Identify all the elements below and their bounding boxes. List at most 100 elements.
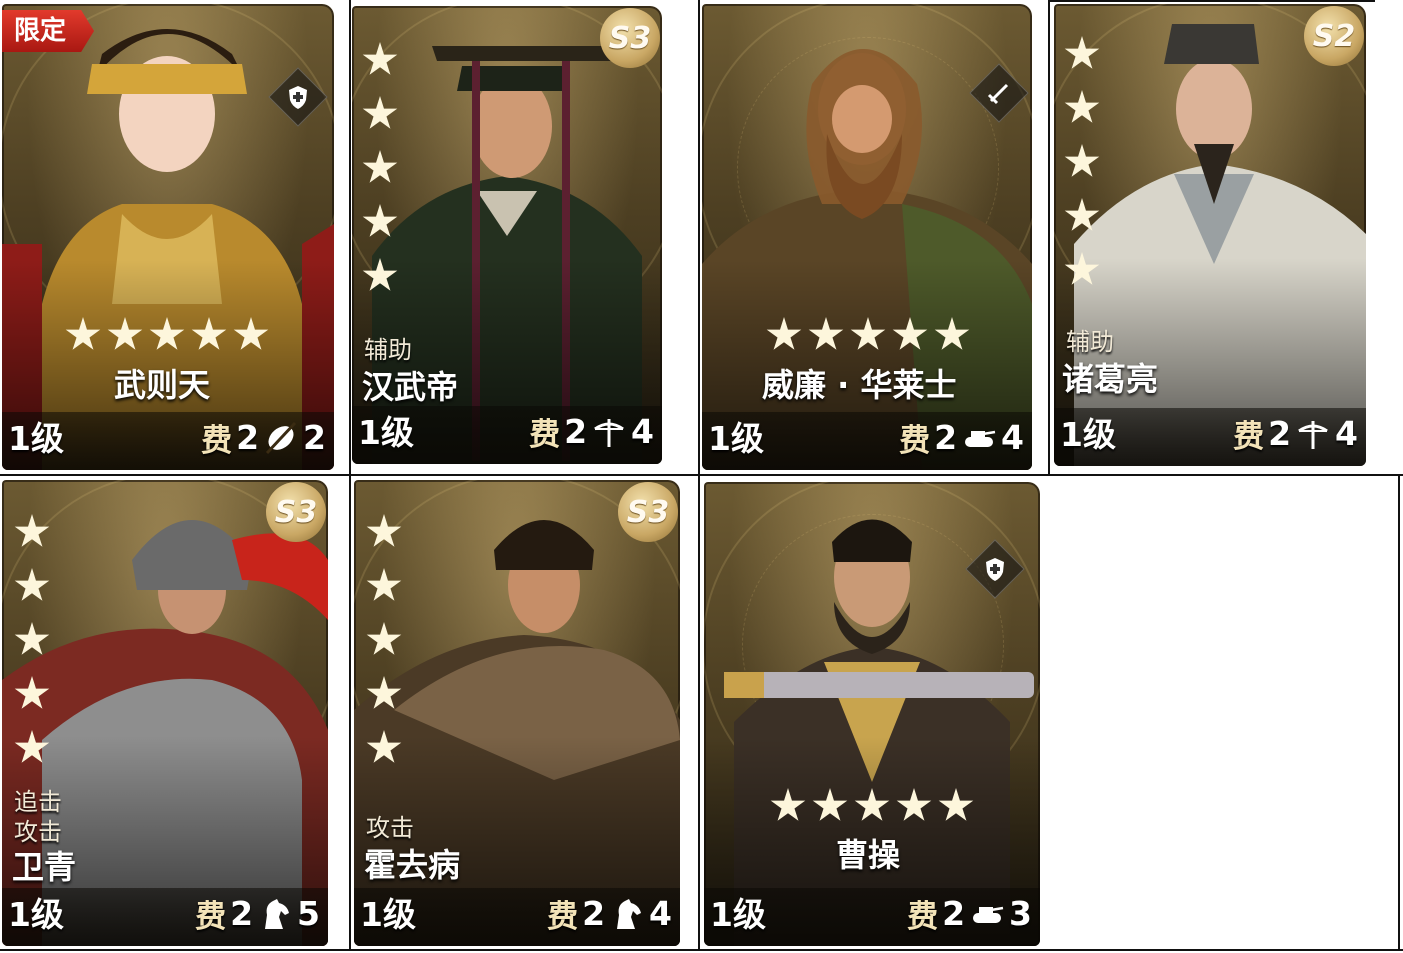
unit-count: 4 xyxy=(649,894,672,933)
hero-name: 霍去病 xyxy=(364,846,461,884)
cost-group: 费 2 5 xyxy=(195,891,320,936)
hero-level: 1级 xyxy=(360,895,416,934)
cost-label: 费 xyxy=(195,899,227,935)
star-icon xyxy=(850,317,886,350)
star-icon xyxy=(1064,36,1100,69)
star-icon xyxy=(892,317,928,350)
star-icon xyxy=(1064,252,1100,285)
hero-card[interactable]: S3 攻击 霍去病 1级 费 2 4 xyxy=(354,480,680,946)
hero-level: 1级 xyxy=(1060,415,1116,454)
hero-card[interactable]: S3 辅助 汉武帝 1级 费 2 4 xyxy=(352,6,662,464)
hero-level: 1级 xyxy=(8,895,64,934)
star-icon xyxy=(362,150,398,183)
hero-role: 辅助 xyxy=(364,336,412,364)
star-icon xyxy=(362,204,398,237)
crossbow-icon xyxy=(1298,420,1328,449)
hero-name: 曹操 xyxy=(836,836,901,874)
star-icon xyxy=(1064,144,1100,177)
hero-name: 卫青 xyxy=(12,848,77,886)
star-icon xyxy=(362,96,398,129)
hero-card[interactable]: 曹操 1级 费 2 3 xyxy=(704,482,1040,946)
horse-icon xyxy=(265,898,290,929)
cost-group: 费 2 4 xyxy=(547,891,672,936)
shield-icon xyxy=(289,86,307,109)
star-icon xyxy=(854,788,890,821)
hero-level: 1级 xyxy=(358,413,414,452)
star-icon xyxy=(14,676,50,709)
star-icon xyxy=(770,788,806,821)
star-rating xyxy=(770,788,974,824)
hero-level: 1级 xyxy=(708,419,764,458)
star-icon xyxy=(812,788,848,821)
star-icon xyxy=(366,568,402,601)
grid-line-v2 xyxy=(698,0,700,951)
cost-label: 费 xyxy=(1233,419,1265,455)
cost-value: 2 xyxy=(582,894,606,933)
star-icon xyxy=(934,317,970,350)
star-icon xyxy=(366,676,402,709)
season-badge: S3 xyxy=(600,8,660,68)
grid-line-bottom xyxy=(0,949,1403,951)
grid-line-mid xyxy=(0,474,1403,476)
star-icon xyxy=(107,317,143,350)
star-icon xyxy=(808,317,844,350)
limited-badge: 限定 xyxy=(2,10,95,52)
cost-group: 费 2 4 xyxy=(1233,411,1358,456)
star-rating xyxy=(362,42,398,294)
hero-card[interactable]: 限定 武则天 1级 费 2 2 xyxy=(2,4,334,470)
cost-group: 费 2 4 xyxy=(899,415,1024,460)
cost-value: 2 xyxy=(934,418,958,457)
hero-card[interactable]: S2 辅助 诸葛亮 1级 费 2 4 xyxy=(1054,4,1366,466)
unit-count: 2 xyxy=(303,418,326,457)
sword-icon xyxy=(987,83,1009,105)
cost-group: 费 2 2 xyxy=(201,415,326,460)
star-icon xyxy=(766,317,802,350)
star-icon xyxy=(362,258,398,291)
star-icon xyxy=(366,514,402,547)
star-rating xyxy=(14,514,50,766)
cost-label: 费 xyxy=(201,423,233,459)
star-rating xyxy=(65,317,269,353)
unit-count: 5 xyxy=(297,894,320,933)
hero-card[interactable]: 威廉 · 华莱士 1级 费 2 4 xyxy=(702,4,1032,470)
tank-icon xyxy=(973,906,1004,923)
hero-level: 1级 xyxy=(710,895,766,934)
unit-count: 4 xyxy=(631,412,654,451)
cost-label: 费 xyxy=(907,899,939,935)
star-icon xyxy=(233,317,269,350)
cost-label: 费 xyxy=(547,899,579,935)
star-icon xyxy=(14,622,50,655)
hero-card[interactable]: S3 追击 攻击 卫青 1级 费 2 5 xyxy=(2,480,328,946)
hero-name: 汉武帝 xyxy=(362,368,459,406)
shield-icon xyxy=(986,558,1004,581)
star-icon xyxy=(362,42,398,75)
unit-count: 4 xyxy=(1335,414,1358,453)
tank-icon xyxy=(965,430,996,447)
season-badge: S3 xyxy=(618,482,678,542)
crossed-feather-icon xyxy=(265,421,297,454)
star-icon xyxy=(366,622,402,655)
season-badge: S3 xyxy=(266,482,326,542)
cost-group: 费 2 4 xyxy=(529,409,654,454)
star-icon xyxy=(938,788,974,821)
star-icon xyxy=(14,568,50,601)
cost-group: 费 2 3 xyxy=(907,891,1032,936)
unit-count: 4 xyxy=(1001,418,1024,457)
star-icon xyxy=(1064,198,1100,231)
cost-value: 2 xyxy=(942,894,966,933)
unit-count: 3 xyxy=(1009,894,1032,933)
star-icon xyxy=(14,514,50,547)
cost-value: 2 xyxy=(564,412,588,451)
crossbow-icon xyxy=(594,418,624,447)
cost-value: 2 xyxy=(230,894,254,933)
star-rating xyxy=(766,317,970,353)
cost-label: 费 xyxy=(529,417,561,453)
season-badge: S2 xyxy=(1304,6,1364,66)
cost-value: 2 xyxy=(236,418,260,457)
hero-level: 1级 xyxy=(8,419,64,458)
grid-line-v1 xyxy=(349,0,351,951)
grid-line-top xyxy=(1050,0,1375,2)
horse-icon xyxy=(617,898,642,929)
star-rating xyxy=(1064,36,1100,288)
star-icon xyxy=(896,788,932,821)
